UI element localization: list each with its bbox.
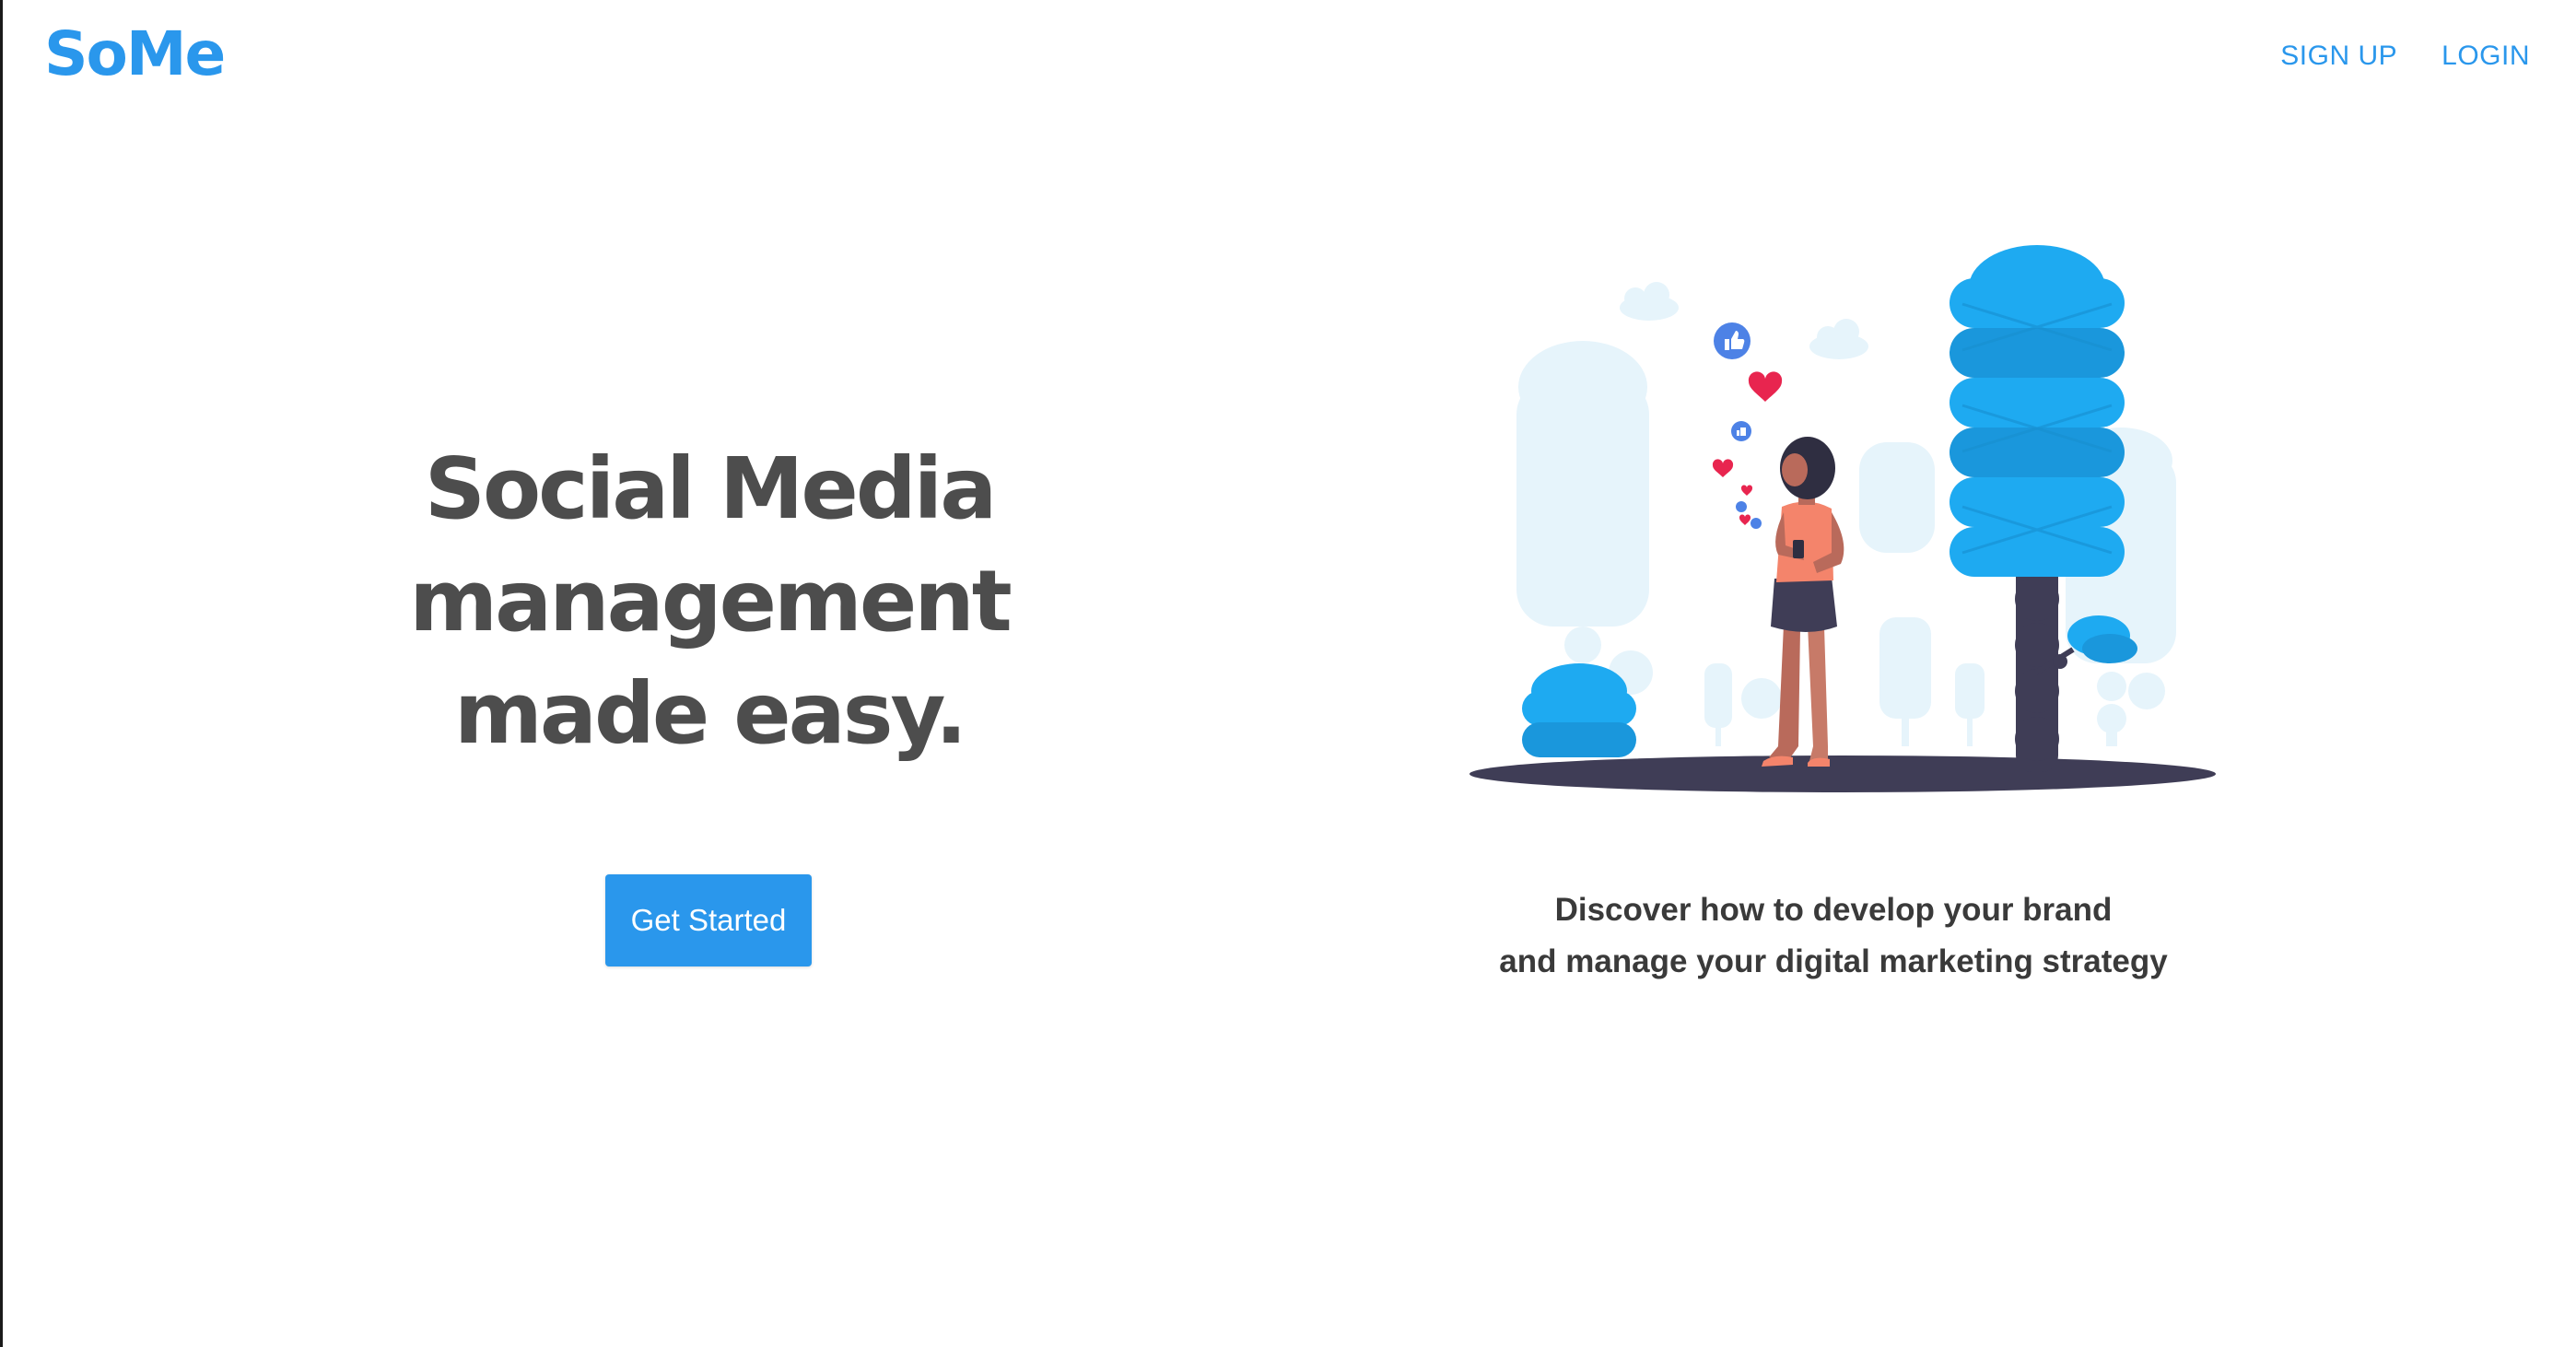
cloud-icon	[1620, 282, 1679, 321]
headline-line: made easy.	[454, 664, 967, 763]
logo[interactable]: SoMe	[44, 24, 226, 85]
heart-icon	[1748, 371, 1783, 402]
tagline-line: and manage your digital marketing strate…	[1499, 943, 2168, 979]
get-started-button[interactable]: Get Started	[605, 874, 812, 966]
woman-figure	[1762, 437, 1844, 767]
cloud-icon	[1809, 319, 1868, 359]
thumbs-up-icon	[1731, 421, 1751, 441]
nav-links: SIGN UP LOGIN	[2280, 42, 2530, 70]
hero-illustration	[1469, 245, 2216, 792]
blue-bush	[1522, 663, 1636, 757]
ground-line	[1472, 772, 2213, 776]
login-link[interactable]: LOGIN	[2441, 42, 2530, 70]
heart-icon	[1712, 459, 1734, 477]
signup-link[interactable]: SIGN UP	[2280, 42, 2397, 70]
tagline-line: Discover how to develop your brand	[1554, 892, 2113, 928]
thumbs-up-icon	[1714, 322, 1751, 359]
headline-line: management	[409, 552, 1013, 650]
hero-headline: Social Media management made easy.	[350, 433, 1069, 770]
window-edge	[0, 0, 3, 1347]
hero-tagline: Discover how to develop your brand and m…	[1419, 884, 2248, 988]
headline-line: Social Media	[424, 439, 998, 538]
